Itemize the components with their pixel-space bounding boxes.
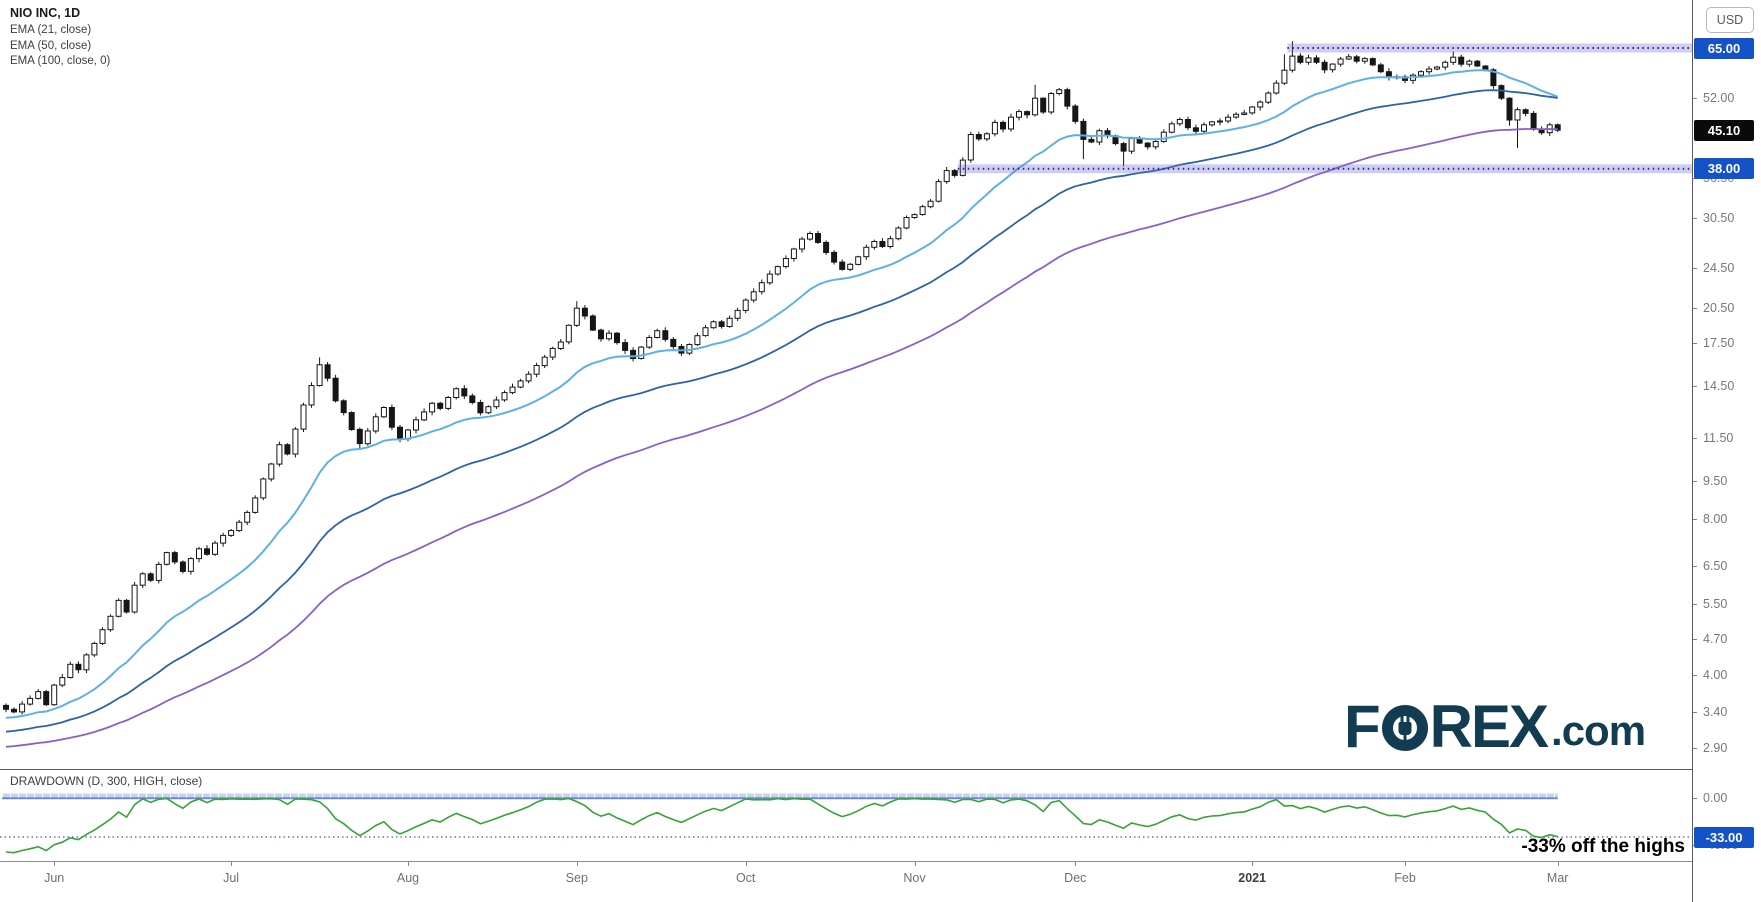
last-price-label: 45.10 [1694, 120, 1754, 141]
price-line-label-65.00[interactable]: 65.00 [1694, 38, 1754, 59]
time-tick-Jun: Jun [44, 871, 64, 885]
drawdown-line[interactable] [6, 799, 1558, 853]
time-tick-Feb: Feb [1394, 871, 1416, 885]
currency-toggle-button[interactable]: USD [1706, 7, 1754, 33]
candles [4, 41, 1561, 714]
time-tick-Oct: Oct [736, 871, 755, 885]
price-tick: 6.50 [1693, 558, 1761, 574]
drawdown-zero-tick: 0.00 [1693, 790, 1761, 806]
legend-ema50[interactable]: EMA (50, close) [10, 39, 110, 55]
indicator-legend[interactable]: DRAWDOWN (D, 300, HIGH, close) [10, 774, 202, 788]
legend-ema21[interactable]: EMA (21, close) [10, 23, 110, 39]
price-axis[interactable]: USD 36.50-40.0052.0030.5024.5020.5017.50… [1693, 0, 1761, 902]
ema100-line[interactable] [6, 129, 1558, 747]
time-tick-dash [231, 862, 232, 866]
drawdown-annotation: -33% off the highs [1521, 836, 1685, 858]
time-tick-Mar: Mar [1547, 871, 1569, 885]
price-tick: 8.00 [1693, 511, 1761, 527]
time-tick-dash [1075, 862, 1076, 866]
time-axis[interactable]: Jun Jul Aug Sep Oct Nov Dec 2021 Feb Mar [0, 862, 1692, 902]
logo-text-f: F [1344, 696, 1379, 758]
time-tick-dash [408, 862, 409, 866]
price-tick: 30.50 [1693, 210, 1761, 226]
logo-text-rex: REX [1430, 696, 1547, 758]
drawdown-line-label[interactable]: -33.00 [1694, 827, 1754, 848]
legend-ema100[interactable]: EMA (100, close, 0) [10, 54, 110, 70]
time-tick-dash [915, 862, 916, 866]
price-tick: 20.50 [1693, 300, 1761, 316]
plug-o-icon [1382, 705, 1428, 751]
logo-text-com: .com [1551, 708, 1645, 758]
price-line-label-38.00[interactable]: 38.00 [1694, 158, 1754, 179]
time-tick-Nov: Nov [903, 871, 925, 885]
price-tick: 3.40 [1693, 704, 1761, 720]
price-tick: 11.50 [1693, 430, 1761, 446]
time-tick-Dec: Dec [1064, 871, 1086, 885]
symbol-legend: NIO INC, 1D EMA (21, close) EMA (50, clo… [10, 6, 110, 70]
time-tick-dash [1252, 862, 1253, 866]
time-tick-2021: 2021 [1238, 871, 1266, 885]
price-tick: 9.50 [1693, 473, 1761, 489]
pane-divider[interactable] [0, 769, 1761, 770]
time-tick-dash [1558, 862, 1559, 866]
time-tick-Aug: Aug [397, 871, 419, 885]
tradingview-chart: NIO INC, 1D EMA (21, close) EMA (50, clo… [0, 0, 1761, 902]
price-tick: 52.00 [1693, 90, 1761, 106]
price-tick: 5.50 [1693, 596, 1761, 612]
time-tick-Sep: Sep [566, 871, 588, 885]
price-axis-border [1692, 0, 1693, 902]
price-tick: 4.00 [1693, 667, 1761, 683]
price-tick: 17.50 [1693, 335, 1761, 351]
main-chart-canvas[interactable] [0, 0, 1692, 902]
time-tick-dash [746, 862, 747, 866]
symbol-title[interactable]: NIO INC, 1D [10, 6, 110, 20]
time-tick-dash [54, 862, 55, 866]
price-tick: 24.50 [1693, 260, 1761, 276]
time-tick-Jul: Jul [223, 871, 239, 885]
time-tick-dash [1405, 862, 1406, 866]
price-tick: 2.90 [1693, 740, 1761, 756]
time-tick-dash [577, 862, 578, 866]
ema50-line[interactable] [6, 90, 1558, 732]
price-tick: 14.50 [1693, 378, 1761, 394]
forex-com-logo: F REX .com [1344, 696, 1645, 758]
price-tick: 4.70 [1693, 631, 1761, 647]
